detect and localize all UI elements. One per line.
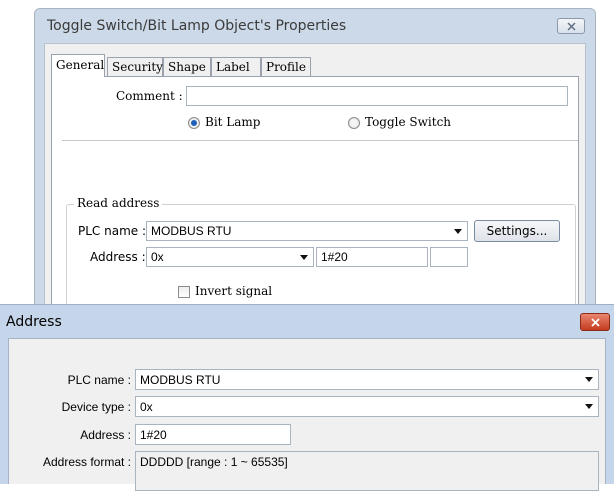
address-close-button[interactable] xyxy=(580,313,610,331)
addr-plc-name-label: PLC name : xyxy=(67,373,131,387)
tab-general[interactable]: General xyxy=(51,54,105,77)
device-value: 0x xyxy=(151,250,164,264)
bit-lamp-radio[interactable] xyxy=(188,117,200,129)
plc-name-label: PLC name : xyxy=(78,224,147,238)
plc-name-select[interactable]: MODBUS RTU xyxy=(146,221,468,241)
chevron-down-icon xyxy=(585,404,593,409)
properties-close-button[interactable] xyxy=(557,18,585,34)
mode-separator xyxy=(62,140,578,141)
invert-signal-checkbox[interactable] xyxy=(178,286,190,298)
tab-profile-label: Profile xyxy=(266,60,306,74)
tab-security-label: Security xyxy=(112,60,163,74)
tab-label-label: Label xyxy=(216,60,250,74)
addr-address-label: Address : xyxy=(80,428,131,442)
address-body: PLC name : MODBUS RTU Device type : 0x A… xyxy=(8,338,606,491)
chevron-down-icon xyxy=(454,229,462,234)
device-type-select[interactable]: 0x xyxy=(135,396,599,417)
address-window: Address PLC name : MODBUS RTU Device typ… xyxy=(0,304,614,491)
settings-button[interactable]: Settings... xyxy=(474,220,560,242)
tab-security[interactable]: Security xyxy=(107,57,163,76)
toggle-switch-label: Toggle Switch xyxy=(365,115,452,129)
tab-label[interactable]: Label xyxy=(211,57,261,76)
plc-name-value: MODBUS RTU xyxy=(151,224,232,238)
address-window-title: Address xyxy=(6,314,62,330)
tab-shape[interactable]: Shape xyxy=(163,57,211,76)
address-input[interactable]: 1#20 xyxy=(316,247,428,267)
toggle-switch-radio[interactable] xyxy=(348,117,360,129)
properties-body: General Security Shape Label Profile Com… xyxy=(44,43,586,346)
tab-general-label: General xyxy=(56,58,105,72)
bit-lamp-label: Bit Lamp xyxy=(205,115,261,129)
addr-plc-name-value: MODBUS RTU xyxy=(140,373,221,387)
address-format-value: DDDDD [range : 1 ~ 65535] xyxy=(135,451,599,491)
invert-signal-label: Invert signal xyxy=(195,284,273,298)
comment-label: Comment : xyxy=(116,89,183,103)
general-tab-panel: Comment : Bit Lamp Toggle Switch Read ad… xyxy=(51,76,579,346)
device-select[interactable]: 0x xyxy=(146,247,314,267)
device-type-value: 0x xyxy=(140,400,153,414)
close-icon xyxy=(567,22,576,31)
read-address-legend: Read address xyxy=(74,196,163,210)
properties-window-title: Toggle Switch/Bit Lamp Object's Properti… xyxy=(47,18,347,34)
addr-address-input[interactable]: 1#20 xyxy=(135,424,291,445)
chevron-down-icon xyxy=(300,255,308,260)
address-format-label: Address format : xyxy=(42,455,131,469)
address-extra-input[interactable] xyxy=(430,247,468,267)
comment-input[interactable] xyxy=(186,86,568,106)
addr-plc-name-select[interactable]: MODBUS RTU xyxy=(135,369,599,390)
device-type-label: Device type : xyxy=(61,400,131,414)
read-address-label: Address : xyxy=(90,250,146,264)
close-icon xyxy=(591,318,600,327)
tab-profile[interactable]: Profile xyxy=(261,57,311,76)
chevron-down-icon xyxy=(585,377,593,382)
properties-window: Toggle Switch/Bit Lamp Object's Properti… xyxy=(34,8,596,346)
tab-shape-label: Shape xyxy=(168,60,206,74)
